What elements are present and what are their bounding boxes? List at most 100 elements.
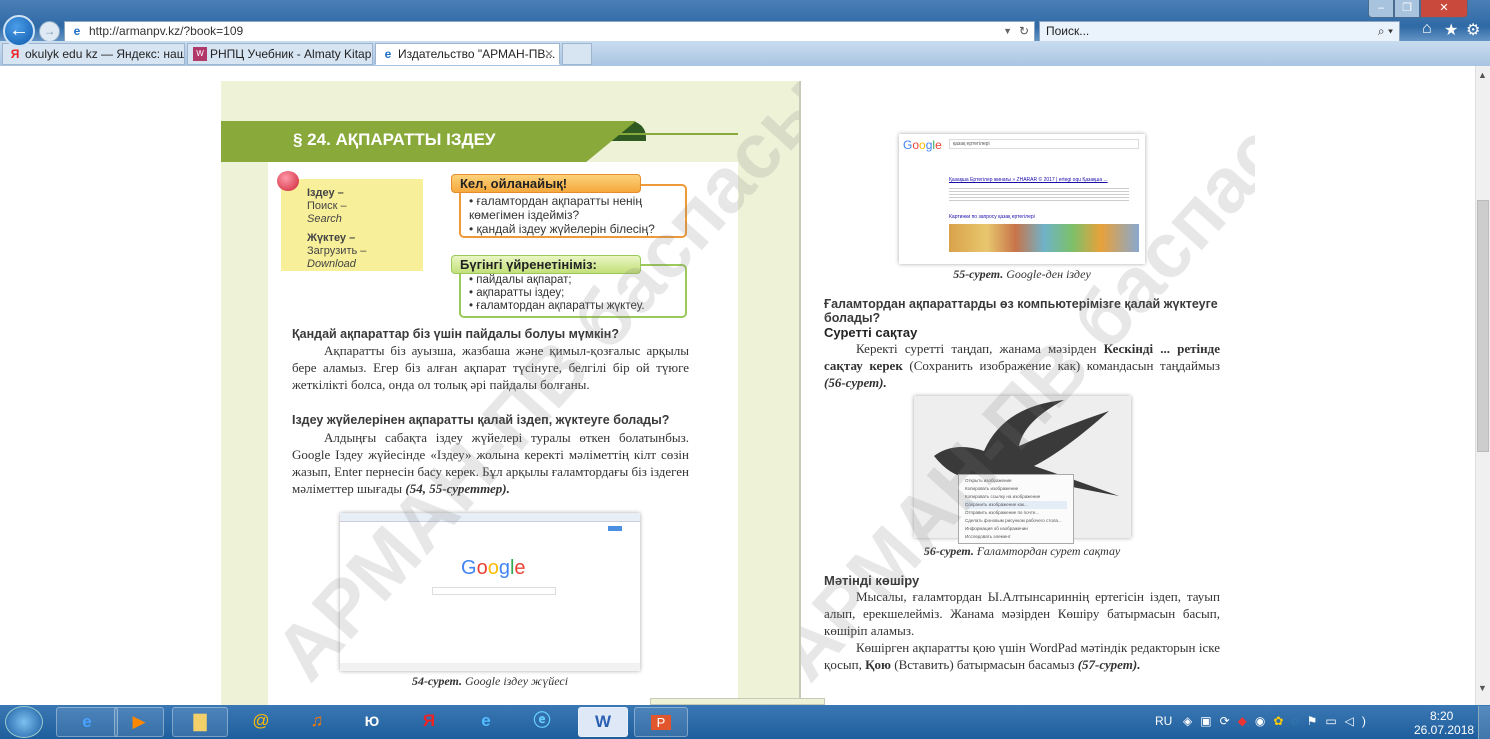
- ie-icon: e: [73, 24, 81, 38]
- yandex-icon: Я: [422, 711, 436, 730]
- learn-item: • ғаламтордан ақпаратты жүктеу.: [469, 300, 645, 312]
- taskbar-music[interactable]: ♫: [295, 707, 339, 737]
- minimize-button[interactable]: –: [1368, 0, 1394, 18]
- menu-item[interactable]: Сделать фоновым рисунком рабочего стола.…: [965, 517, 1067, 525]
- taskbar-ie2[interactable]: e: [464, 707, 508, 737]
- start-button[interactable]: [5, 706, 43, 738]
- google-logo: Google: [461, 557, 526, 579]
- chapter-title: § 24. АҚПАРАТТЫ ІЗДЕУ: [293, 130, 496, 149]
- clock-time[interactable]: 8:20: [1430, 709, 1453, 723]
- header-line: [616, 133, 738, 135]
- tab-rnpc[interactable]: W РНПЦ Учебник - Almaty Kitap...: [187, 43, 373, 65]
- fig-images-heading: Картинки по запросу қазақ ертегілері: [949, 214, 1035, 220]
- menu-item[interactable]: Открыть изображение: [965, 477, 1067, 485]
- ie-icon: e: [481, 711, 491, 730]
- left-book-page: § 24. АҚПАРАТТЫ ІЗДЕУ Іздеу – Поиск – Se…: [221, 81, 801, 705]
- figure-caption: 56-сурет. Ғаламтордан сурет сақтау: [923, 544, 1121, 558]
- menu-item[interactable]: Исследовать элемент: [965, 533, 1067, 541]
- tray-sync-icon: ⟳: [1219, 714, 1238, 728]
- word-icon: W: [594, 712, 612, 731]
- address-text: http://armanpv.kz/?book=109: [89, 24, 244, 38]
- think-item: • ғаламтордан ақпаратты ненің көмегімен …: [469, 194, 642, 222]
- figure-reference: (54, 55-суреттер).: [405, 481, 510, 496]
- show-desktop-button[interactable]: [1478, 706, 1490, 739]
- back-button[interactable]: ←: [3, 15, 35, 47]
- right-book-page: Google қазақ ертегілері Қазақша Ертегіле…: [801, 81, 1255, 705]
- dropdown-icon[interactable]: ▼: [1003, 22, 1012, 41]
- taskbar-yandex[interactable]: Я: [407, 707, 451, 737]
- figure-55-google-results: Google қазақ ертегілері Қазақша Ертегіле…: [899, 134, 1145, 264]
- google-logo: Google: [903, 138, 942, 152]
- book-icon: W: [193, 47, 207, 61]
- refresh-icon[interactable]: ↻: [1019, 22, 1029, 41]
- tray-network-icon: ▭: [1325, 714, 1345, 728]
- section-heading: Іздеу жүйелерінен ақпаратты қалай іздеп,…: [292, 413, 670, 427]
- language-indicator[interactable]: RU: [1155, 714, 1172, 728]
- paragraph: Керекті суретті таңдап, жанама мәзірден …: [824, 341, 1220, 390]
- tab-label: Издательство "АРМАН-ПВ...: [398, 47, 556, 61]
- paragraph: Ақпаратты біз ауызша, жазбаша және қимыл…: [292, 343, 689, 392]
- edge-icon: ⓔ: [533, 711, 551, 730]
- mail-icon: @: [252, 711, 270, 730]
- tab-arman[interactable]: e Издательство "АРМАН-ПВ... ✕: [375, 43, 560, 65]
- forward-button[interactable]: →: [39, 21, 60, 42]
- gear-icon[interactable]: ⚙: [1466, 20, 1480, 40]
- scroll-down-icon[interactable]: ▼: [1478, 683, 1487, 693]
- new-tab-button[interactable]: [562, 43, 592, 65]
- system-tray-icons[interactable]: ◈▣⟳◆◉✿◌⚑▭◁): [1183, 714, 1374, 728]
- menu-item[interactable]: Информация об изображении: [965, 525, 1067, 533]
- tray-antivirus-icon: ◆: [1237, 714, 1255, 728]
- figure-56-swallow: Открыть изображение Копировать изображен…: [914, 396, 1131, 544]
- menu-item[interactable]: Копировать изображение: [965, 485, 1067, 493]
- taskbar-yu[interactable]: Ю: [350, 707, 394, 737]
- context-menu: Открыть изображение Копировать изображен…: [958, 474, 1074, 544]
- taskbar-ie[interactable]: e: [56, 707, 118, 737]
- scrollbar-thumb[interactable]: [1477, 200, 1489, 452]
- taskbar-word[interactable]: W: [578, 707, 628, 737]
- subsection-heading: Мәтінді көшіру: [824, 573, 920, 588]
- search-icon[interactable]: ⌕ ▾: [1378, 22, 1393, 41]
- tab-yandex[interactable]: Я okulyk edu kz — Яндекс: наш...: [2, 43, 185, 65]
- paragraph: Мысалы, ғаламтордан Ы.Алтынсариннің ерте…: [824, 589, 1220, 638]
- yu-icon: Ю: [364, 713, 380, 729]
- fig-image-thumbnails: [949, 224, 1139, 252]
- tray-hd-icon: ◉: [1254, 714, 1274, 728]
- restore-button[interactable]: ❐: [1394, 0, 1420, 18]
- ie-icon: e: [82, 712, 92, 731]
- learn-item: • пайдалы ақпарат;: [469, 274, 572, 286]
- tab-label: okulyk edu kz — Яндекс: наш...: [25, 47, 185, 61]
- close-button[interactable]: ✕: [1420, 0, 1468, 18]
- page-number-strip: [650, 698, 825, 705]
- fig-search-query: қазақ ертегілері: [949, 139, 1139, 149]
- tray-shield-icon: ◈: [1183, 714, 1201, 728]
- powerpoint-icon: P: [650, 715, 672, 730]
- taskbar-edge[interactable]: ⓔ: [520, 707, 564, 737]
- clock-date[interactable]: 26.07.2018: [1414, 723, 1474, 737]
- folder-icon: ▇: [193, 712, 207, 731]
- section-heading: Қандай ақпараттар біз үшін пайдалы болуы…: [292, 327, 619, 341]
- address-bar[interactable]: e http://armanpv.kz/?book=109 ▼ ↻: [64, 21, 1035, 42]
- search-input[interactable]: Поиск... ⌕ ▾: [1039, 21, 1400, 42]
- fig-browser-bar: [340, 513, 640, 522]
- fig-search-box: [432, 587, 556, 595]
- subsection-heading: Суретті сақтау: [824, 325, 918, 340]
- close-tab-icon[interactable]: ✕: [544, 44, 554, 64]
- vocab-ru: Поиск –: [307, 200, 347, 212]
- menu-item[interactable]: Сохранить изображение как...: [965, 501, 1067, 509]
- taskbar-powerpoint[interactable]: P: [634, 707, 688, 737]
- fig-result-snippet: [949, 186, 1129, 202]
- menu-item[interactable]: Отправить изображение по почте...: [965, 509, 1067, 517]
- vocab-term: Іздеу –: [307, 187, 344, 199]
- favorites-star-icon[interactable]: ★: [1444, 20, 1458, 40]
- taskbar-mail[interactable]: @: [236, 707, 286, 737]
- tray-flower-icon: ✿: [1273, 714, 1292, 728]
- fig-signin-button: [608, 526, 622, 531]
- taskbar-explorer[interactable]: ▇: [172, 707, 228, 737]
- scroll-up-icon[interactable]: ▲: [1478, 70, 1487, 80]
- vocab-ru: Загрузить –: [307, 245, 367, 257]
- menu-item[interactable]: Копировать ссылку на изображение: [965, 493, 1067, 501]
- home-icon[interactable]: ⌂: [1422, 20, 1432, 38]
- tray-wifi-icon: ◌: [1291, 714, 1307, 728]
- vocab-en: Search: [307, 213, 342, 225]
- taskbar-media-player[interactable]: ▶: [114, 707, 164, 737]
